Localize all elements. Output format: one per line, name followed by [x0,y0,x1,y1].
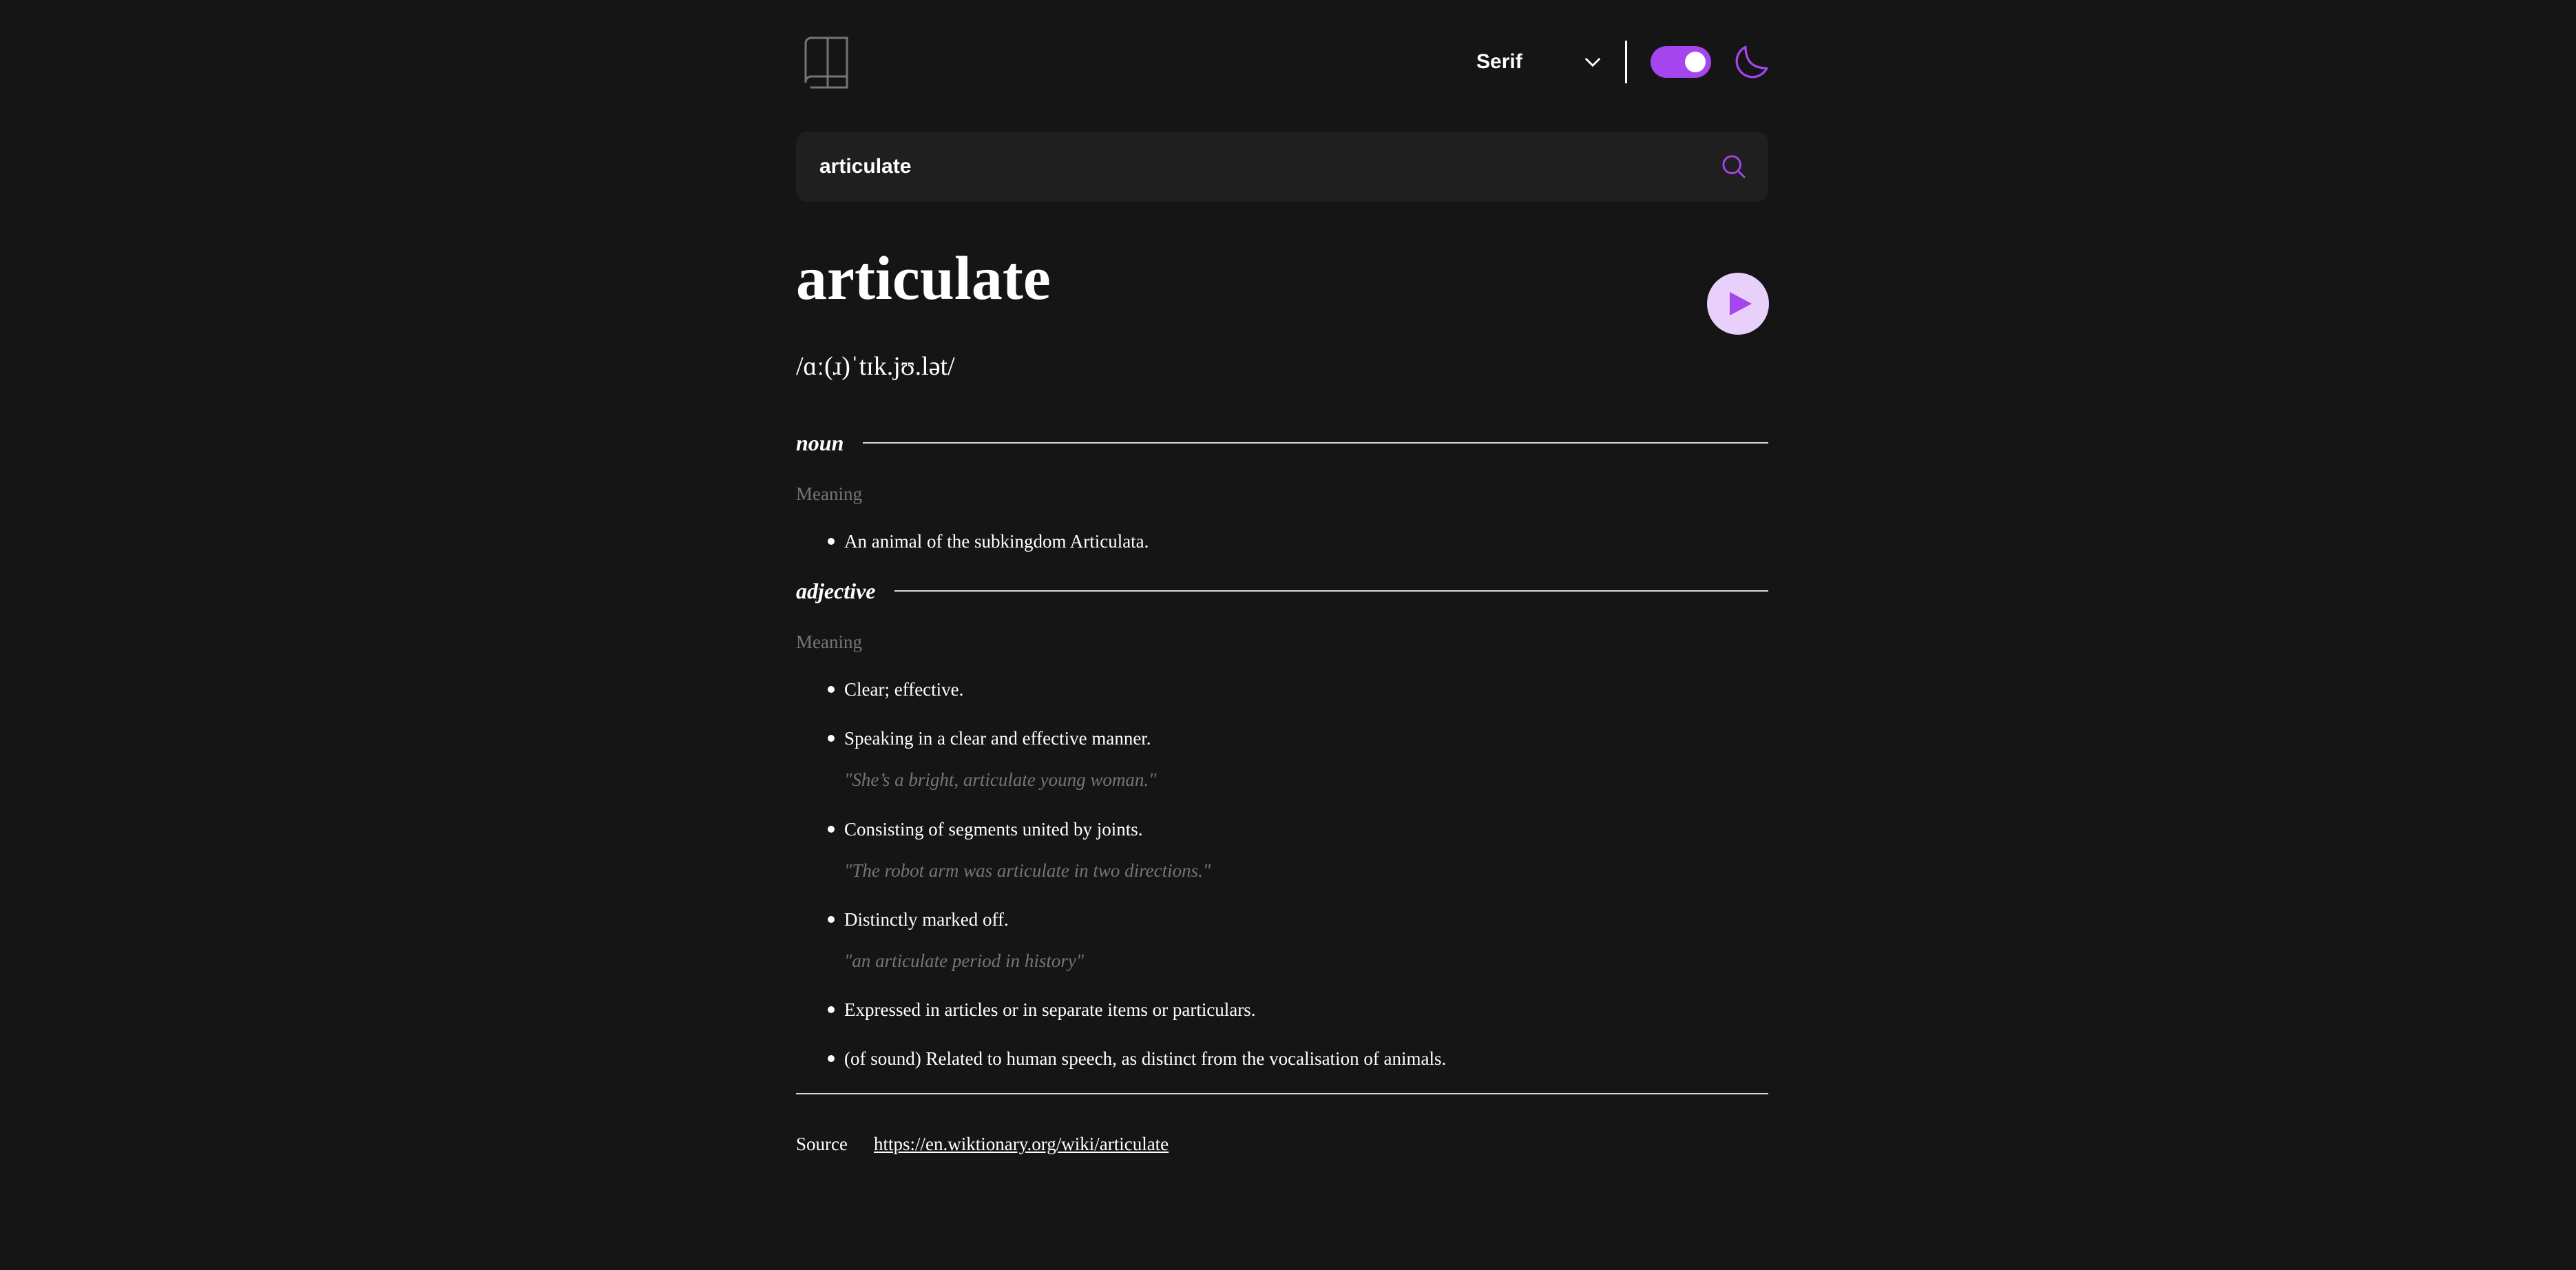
list-bullet [828,1055,835,1062]
list-bullet [828,916,835,923]
pos-divider [894,590,1768,592]
definition-item: Distinctly marked off. [844,909,1009,930]
list-bullet [828,686,835,693]
font-selector-label: Serif [1476,50,1522,73]
definition-item: Speaking in a clear and effective manner… [844,728,1151,749]
chevron-down-icon [1584,57,1601,67]
meaning-label: Meaning [796,632,862,652]
definition-item: Clear; effective. [844,679,964,700]
play-button[interactable] [1707,273,1769,335]
word-title: articulate [796,244,1051,313]
phonetic: /ɑː(ɹ)ˈtɪk.jʊ.lət/ [796,352,955,381]
search-icon[interactable] [1722,155,1746,178]
font-selector[interactable]: Serif [1474,41,1601,83]
definition-item: Consisting of segments united by joints. [844,819,1143,840]
source-divider [796,1093,1768,1094]
definition-example: "an articulate period in history" [844,950,1085,971]
header-divider [1625,41,1627,83]
meaning-label: Meaning [796,483,862,504]
list-bullet [828,826,835,833]
pos-label: noun [796,430,844,455]
list-bullet [828,1006,835,1013]
search-input[interactable] [819,132,1680,202]
definition-example: "The robot arm was articulate in two dir… [844,860,1211,881]
play-icon [1730,292,1752,315]
moon-icon [1735,45,1768,79]
pos-header-noun: noun [796,426,1768,459]
theme-toggle[interactable] [1651,46,1711,78]
search-bar [796,132,1768,202]
pos-divider [863,442,1768,444]
definition-item: Expressed in articles or in separate ite… [844,999,1256,1020]
source-label: Source [796,1134,848,1154]
toggle-knob [1685,52,1706,72]
source-link[interactable]: https://en.wiktionary.org/wiki/articulat… [874,1130,1169,1158]
list-bullet [828,735,835,742]
list-bullet [828,538,835,545]
book-icon[interactable] [800,37,855,89]
definition-item: An animal of the subkingdom Articulata. [844,531,1149,552]
definition-example: "She’s a bright, articulate young woman.… [844,769,1157,790]
definition-item: (of sound) Related to human speech, as d… [844,1048,1447,1069]
pos-header-adjective: adjective [796,574,1768,607]
pos-label: adjective [796,579,876,603]
